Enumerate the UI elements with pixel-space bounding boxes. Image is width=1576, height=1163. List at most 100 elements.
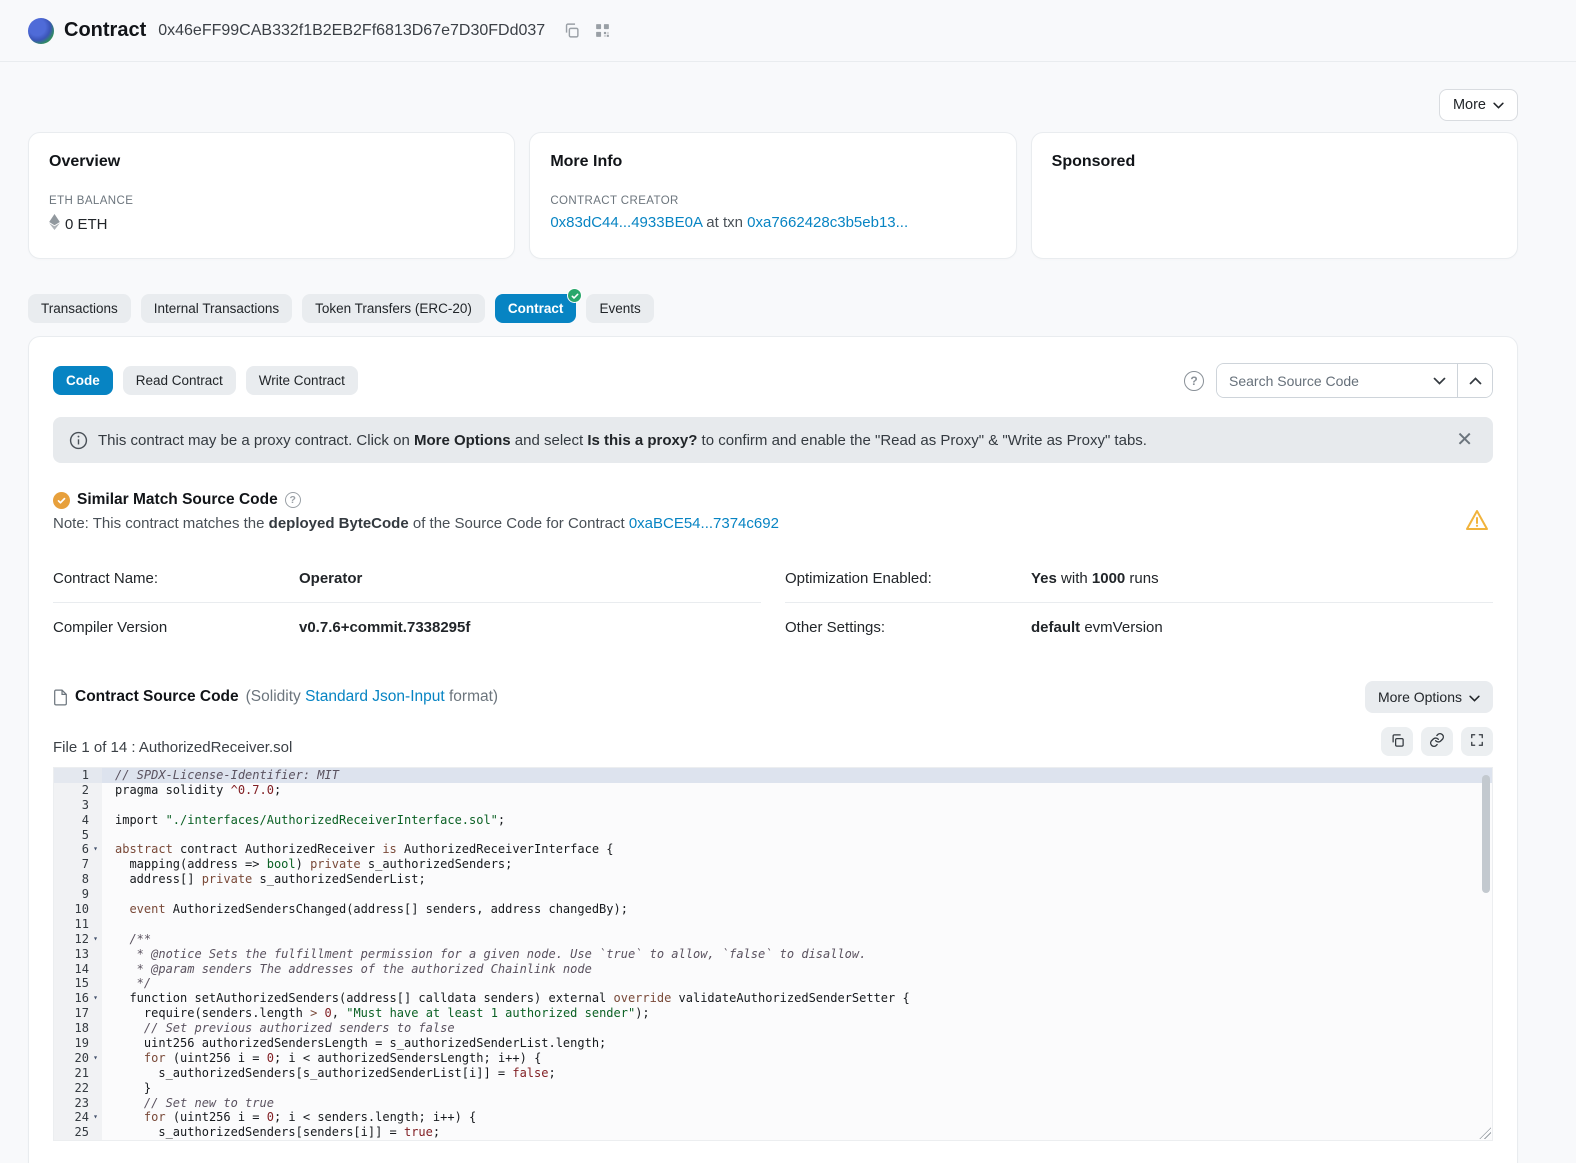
contract-name-row: Contract Name: Operator xyxy=(53,554,761,603)
code-line: 3 xyxy=(54,798,1492,813)
page-title: Contract xyxy=(64,19,146,42)
editor-resize-handle[interactable] xyxy=(1479,1127,1491,1139)
json-format-link[interactable]: Standard Json-Input xyxy=(305,688,445,705)
more-options-label: More Options xyxy=(1378,689,1462,705)
code-line: 5 xyxy=(54,828,1492,843)
tab-contract[interactable]: Contract xyxy=(495,294,577,323)
source-code-editor[interactable]: 1// SPDX-License-Identifier: MIT2pragma … xyxy=(53,767,1493,1141)
source-code-title: Contract Source Code xyxy=(75,688,239,706)
expand-icon-button[interactable] xyxy=(1461,727,1493,756)
qr-code-icon xyxy=(594,22,611,39)
copy-icon xyxy=(1390,733,1405,751)
info-cards: Overview ETH BALANCE 0 ETH More Info CON… xyxy=(28,132,1518,259)
chevron-up-icon xyxy=(1469,373,1482,388)
overview-title: Overview xyxy=(49,153,494,171)
code-line: 24▾ for (uint256 i = 0; i < senders.leng… xyxy=(54,1110,1492,1125)
creator-address-link[interactable]: 0x83dC44...4933BE0A xyxy=(550,214,702,231)
copy-address-button[interactable] xyxy=(561,20,582,41)
contract-details: Contract Name: Operator Compiler Version… xyxy=(53,554,1493,651)
chevron-down-icon xyxy=(1433,373,1446,388)
file-info: File 1 of 14 : AuthorizedReceiver.sol xyxy=(53,739,1381,756)
code-line: 23 // Set new to true xyxy=(54,1096,1492,1111)
code-line: 7 mapping(address => bool) private s_aut… xyxy=(54,857,1492,872)
tab-token-transfers[interactable]: Token Transfers (ERC-20) xyxy=(302,294,485,323)
contract-name-label: Contract Name: xyxy=(53,570,299,587)
editor-scrollbar[interactable] xyxy=(1482,775,1490,893)
tab-transactions[interactable]: Transactions xyxy=(28,294,131,323)
more-info-card: More Info CONTRACT CREATOR 0x83dC44...49… xyxy=(529,132,1016,259)
eth-icon xyxy=(49,214,60,234)
creation-txn-link[interactable]: 0xa7662428c3b5eb13... xyxy=(747,214,908,231)
sponsored-title: Sponsored xyxy=(1052,153,1497,171)
warning-icon[interactable] xyxy=(1465,509,1489,535)
info-icon xyxy=(69,431,88,450)
compiler-version-label: Compiler Version xyxy=(53,619,299,636)
chevron-down-icon xyxy=(1469,689,1480,705)
tab-events[interactable]: Events xyxy=(586,294,653,323)
close-icon[interactable]: ✕ xyxy=(1452,430,1477,450)
contract-creator-label: CONTRACT CREATOR xyxy=(550,195,995,207)
subtab-read-contract[interactable]: Read Contract xyxy=(123,366,236,395)
other-settings-label: Other Settings: xyxy=(785,619,1031,636)
contract-address: 0x46eFF99CAB332f1B2EB2Ff6813D67e7D30FDd0… xyxy=(158,22,545,40)
code-line: 6▾abstract contract AuthorizedReceiver i… xyxy=(54,842,1492,857)
question-icon[interactable]: ? xyxy=(285,492,301,508)
sponsored-card: Sponsored xyxy=(1031,132,1518,259)
search-source-input[interactable] xyxy=(1217,364,1422,397)
contract-avatar xyxy=(28,18,54,44)
code-line: 1// SPDX-License-Identifier: MIT xyxy=(54,768,1492,783)
copy-icon xyxy=(563,22,580,39)
at-txn-text: at txn xyxy=(702,214,747,231)
code-lines: 1// SPDX-License-Identifier: MIT2pragma … xyxy=(54,768,1492,1140)
code-line: 10 event AuthorizedSendersChanged(addres… xyxy=(54,902,1492,917)
overview-card: Overview ETH BALANCE 0 ETH xyxy=(28,132,515,259)
qr-code-button[interactable] xyxy=(592,20,613,41)
code-line: 2pragma solidity ^0.7.0; xyxy=(54,783,1492,798)
more-dropdown-label: More xyxy=(1453,97,1486,113)
similar-match-check-icon xyxy=(53,492,70,509)
code-line: 15 */ xyxy=(54,976,1492,991)
more-options-button[interactable]: More Options xyxy=(1365,681,1493,713)
eth-balance-value: 0 ETH xyxy=(65,216,108,233)
code-line: 25 s_authorizedSenders[senders[i]] = tru… xyxy=(54,1125,1492,1140)
code-line: 22 } xyxy=(54,1081,1492,1096)
contract-name-value: Operator xyxy=(299,570,362,587)
similar-match-section: Similar Match Source Code ? Note: This c… xyxy=(53,491,1493,532)
more-dropdown-button[interactable]: More xyxy=(1439,89,1518,121)
tab-contract-label: Contract xyxy=(508,301,564,316)
code-line: 14 * @param senders The addresses of the… xyxy=(54,962,1492,977)
help-icon[interactable]: ? xyxy=(1184,371,1204,391)
code-line: 16▾ function setAuthorizedSenders(addres… xyxy=(54,991,1492,1006)
compiler-version-row: Compiler Version v0.7.6+commit.7338295f xyxy=(53,603,761,651)
verified-check-icon xyxy=(567,288,582,303)
proxy-notice-text: This contract may be a proxy contract. C… xyxy=(98,432,1442,449)
matched-contract-link[interactable]: 0xaBCE54...7374c692 xyxy=(629,515,779,532)
eth-balance-label: ETH BALANCE xyxy=(49,195,494,207)
search-collapse-button[interactable] xyxy=(1457,364,1492,397)
subtab-code[interactable]: Code xyxy=(53,366,113,395)
similar-match-title: Similar Match Source Code xyxy=(77,491,278,509)
search-next-button[interactable] xyxy=(1422,364,1457,397)
compiler-version-value: v0.7.6+commit.7338295f xyxy=(299,619,470,636)
code-line: 20▾ for (uint256 i = 0; i < authorizedSe… xyxy=(54,1051,1492,1066)
more-info-title: More Info xyxy=(550,153,995,171)
contract-panel: Code Read Contract Write Contract ? xyxy=(28,336,1518,1163)
permalink-button[interactable] xyxy=(1421,727,1453,756)
code-line: 11 xyxy=(54,917,1492,932)
code-line: 8 address[] private s_authorizedSenderLi… xyxy=(54,872,1492,887)
main-tabs: Transactions Internal Transactions Token… xyxy=(28,294,1518,323)
link-icon xyxy=(1429,732,1445,751)
proxy-notice-banner: This contract may be a proxy contract. C… xyxy=(53,417,1493,463)
similar-match-note: Note: This contract matches the deployed… xyxy=(53,515,1493,532)
code-line: 21 s_authorizedSenders[s_authorizedSende… xyxy=(54,1066,1492,1081)
source-format-text: (Solidity Standard Json-Input format) xyxy=(246,688,498,706)
optimization-row: Optimization Enabled: Yes with 1000 runs xyxy=(785,554,1493,603)
other-settings-value: default evmVersion xyxy=(1031,619,1163,636)
other-settings-row: Other Settings: default evmVersion xyxy=(785,603,1493,651)
optimization-value: Yes with 1000 runs xyxy=(1031,570,1159,587)
copy-source-button[interactable] xyxy=(1381,727,1413,756)
file-icon xyxy=(53,689,68,706)
tab-internal-transactions[interactable]: Internal Transactions xyxy=(141,294,292,323)
code-line: 19 uint256 authorizedSendersLength = s_a… xyxy=(54,1036,1492,1051)
subtab-write-contract[interactable]: Write Contract xyxy=(246,366,358,395)
